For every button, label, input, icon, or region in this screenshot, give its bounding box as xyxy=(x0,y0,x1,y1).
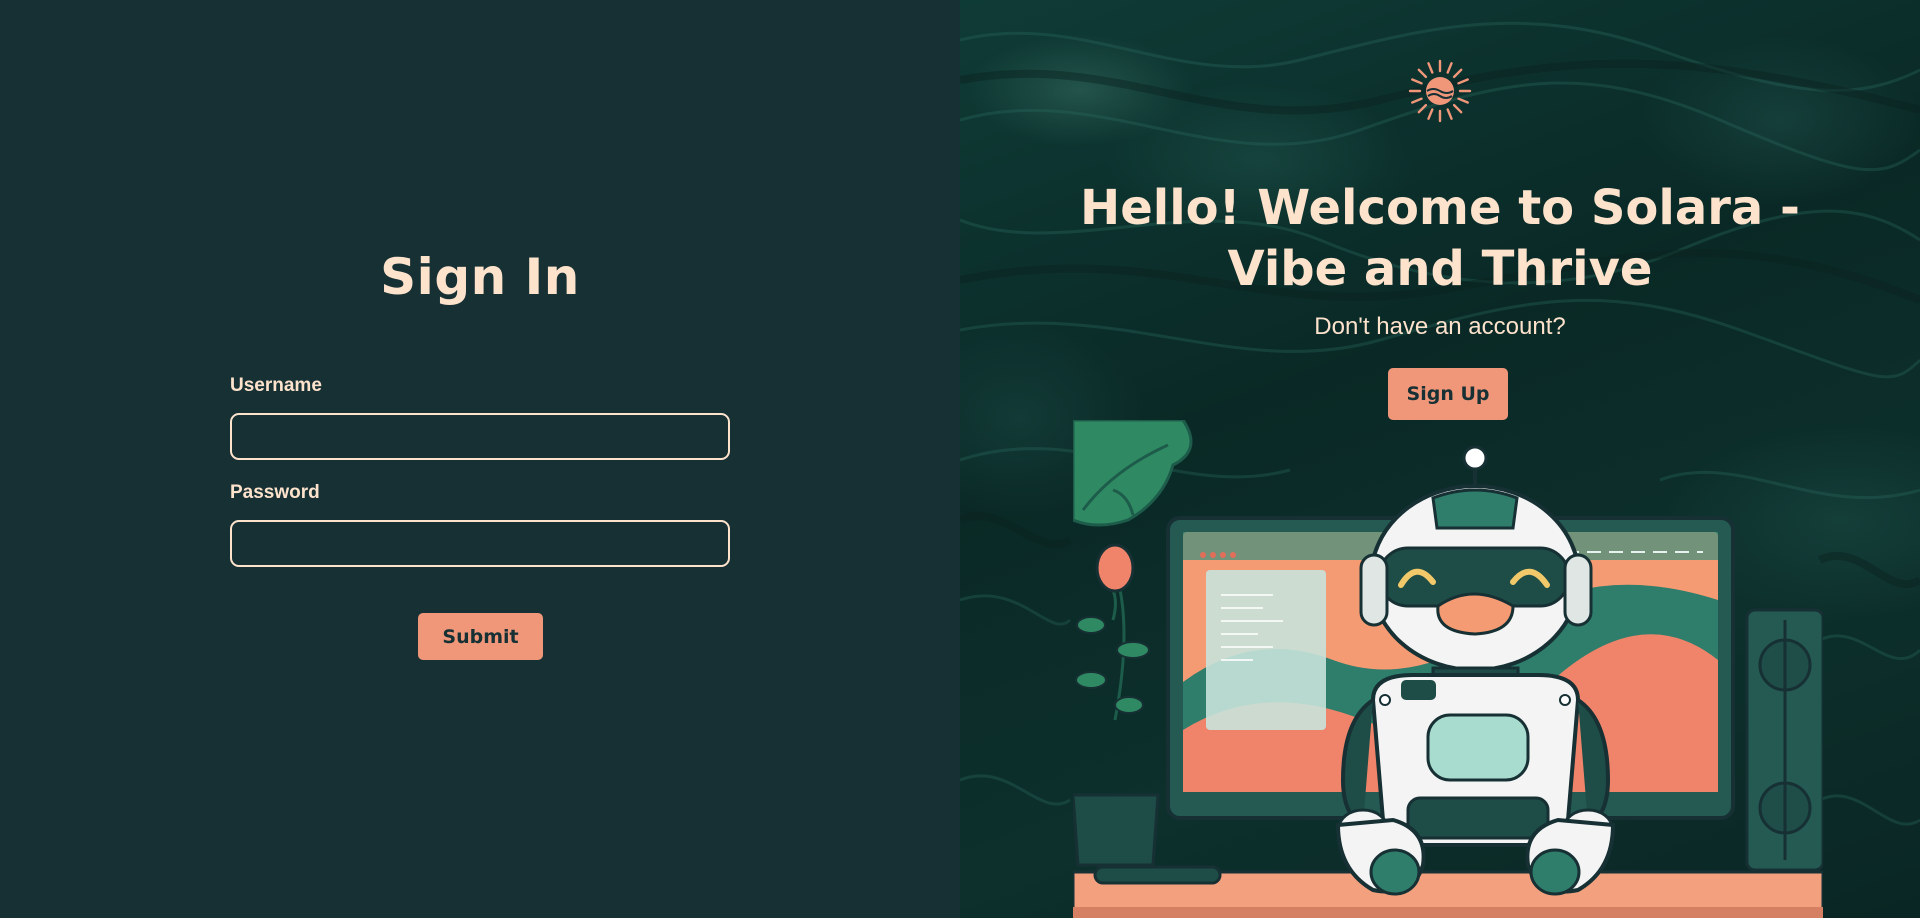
sign-in-panel: Sign In Username Password Submit xyxy=(0,0,960,918)
sun-logo-icon xyxy=(1408,59,1472,123)
no-account-text: Don't have an account? xyxy=(1314,313,1566,340)
robot-at-desk-illustration xyxy=(1073,420,1823,918)
sign-in-title: Sign In xyxy=(380,248,580,306)
submit-button[interactable]: Submit xyxy=(418,613,543,660)
welcome-panel: Hello! Welcome to Solara - Vibe and Thri… xyxy=(960,0,1920,918)
password-input[interactable] xyxy=(230,520,730,567)
password-label: Password xyxy=(230,482,320,503)
welcome-title: Hello! Welcome to Solara - Vibe and Thri… xyxy=(1080,180,1800,297)
username-label: Username xyxy=(230,375,322,396)
username-input[interactable] xyxy=(230,413,730,460)
sign-in-page: Sign In Username Password Submit Hello! … xyxy=(0,0,1920,918)
sign-up-button[interactable]: Sign Up xyxy=(1388,368,1508,420)
